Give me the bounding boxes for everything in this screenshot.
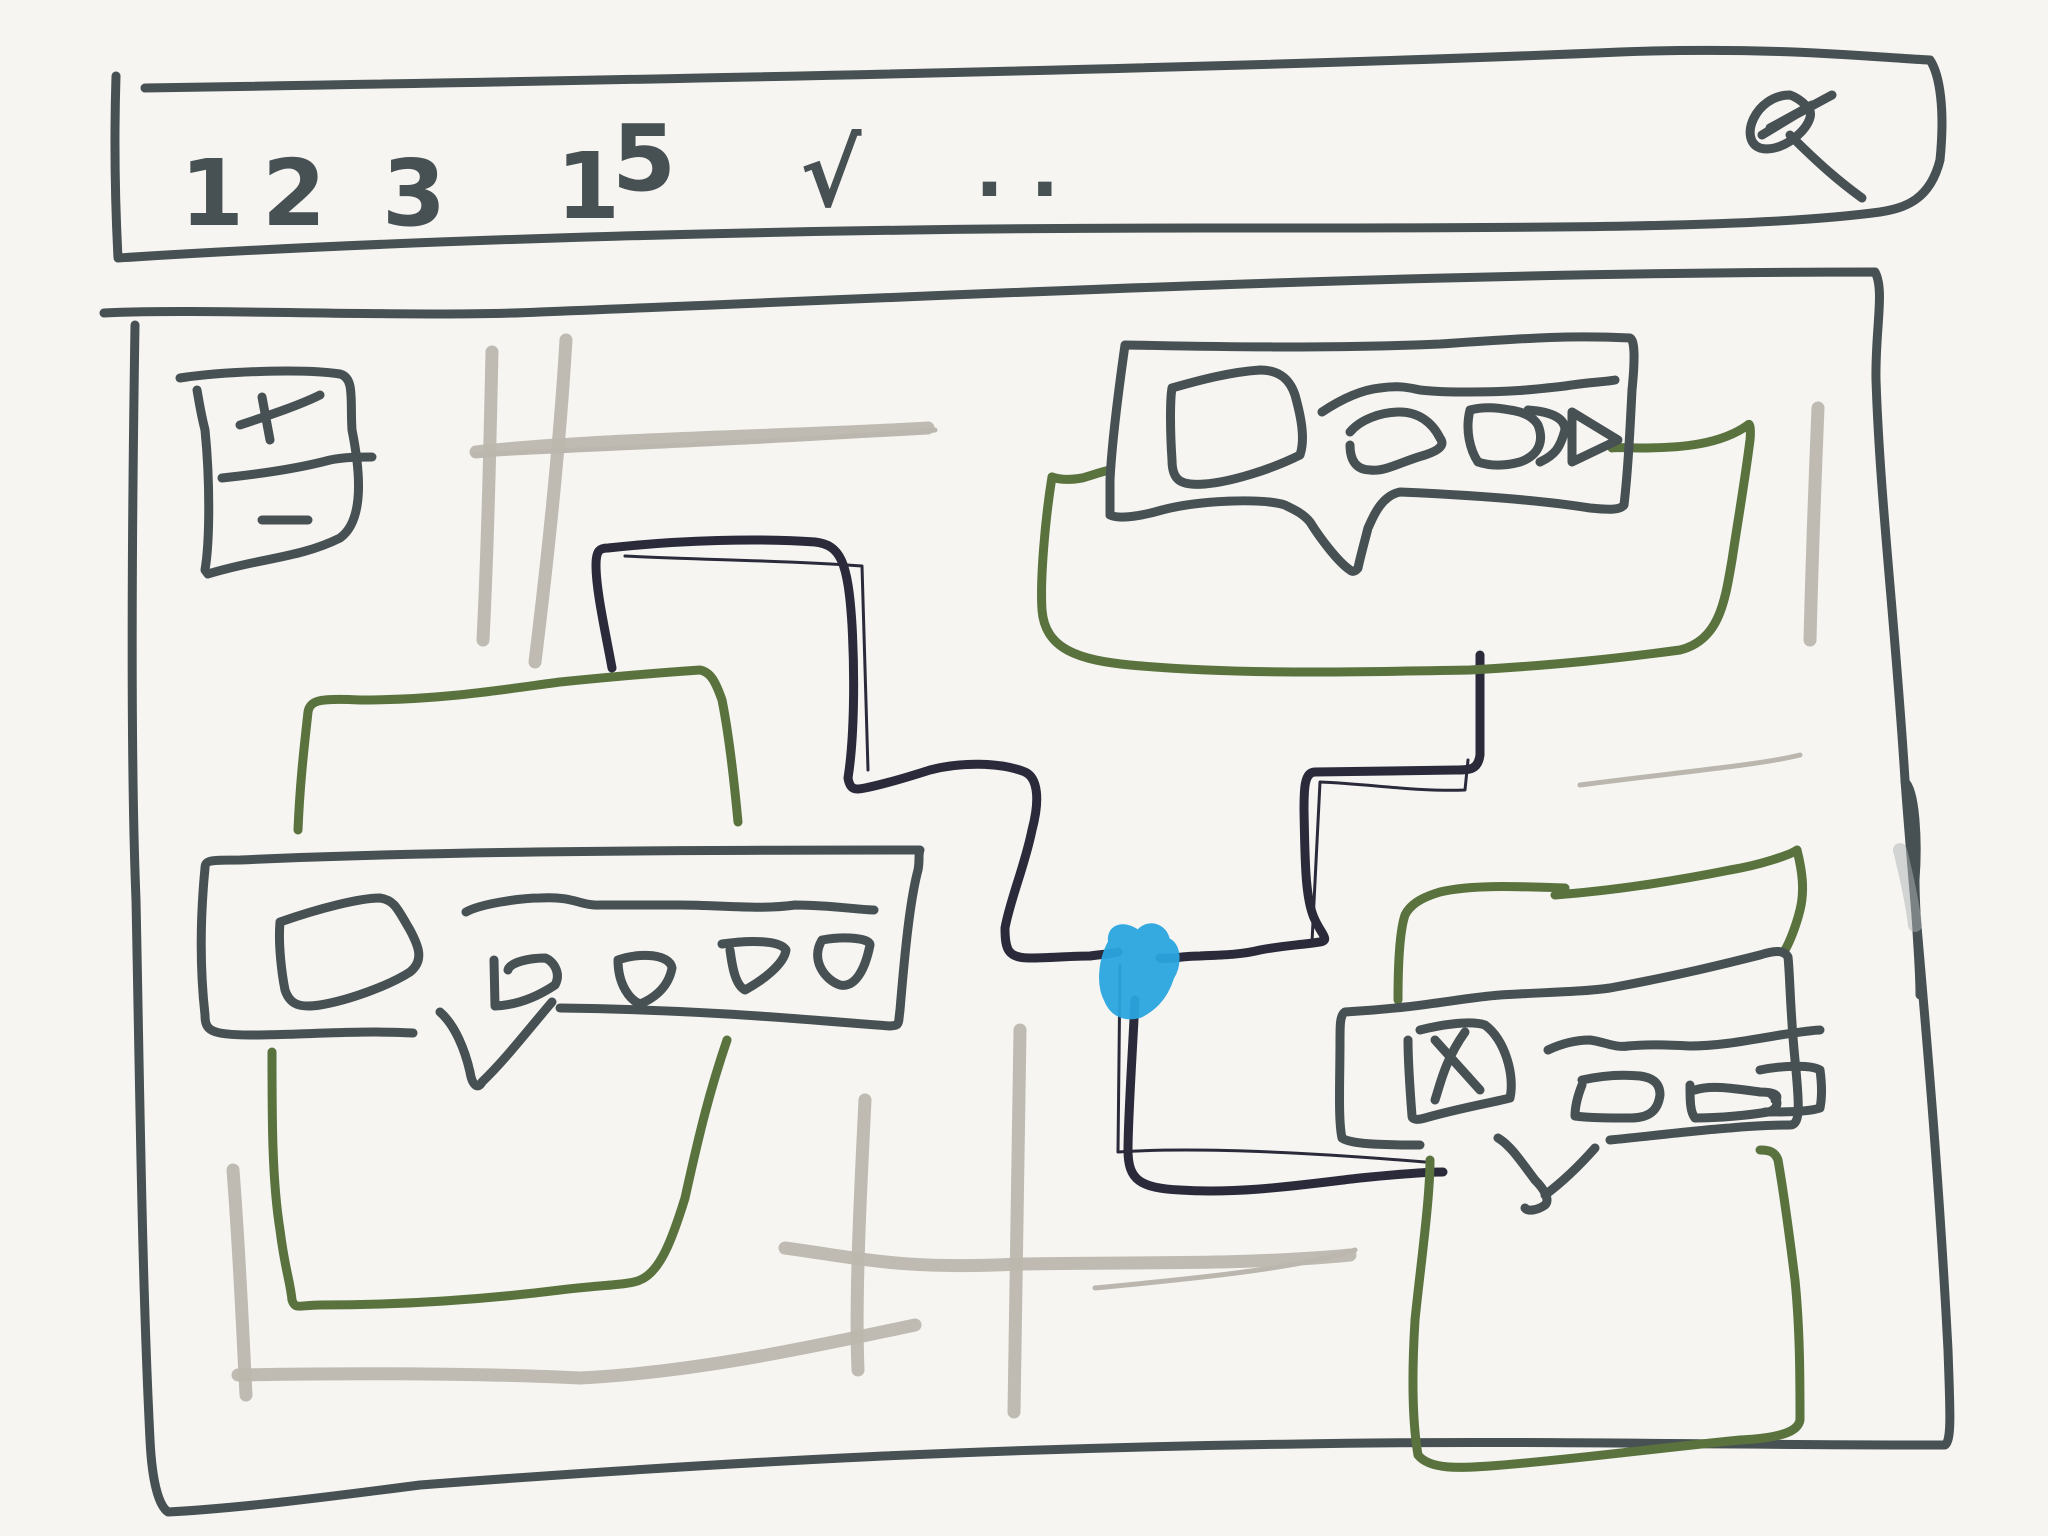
play-icon[interactable] [274,893,424,1011]
zoom-control [175,366,377,579]
node-bottom-group [1393,845,1808,1005]
zoom-plus-icon[interactable] [235,390,325,445]
node-left-field-3[interactable] [717,937,791,995]
node-left-bubble-tail [435,997,557,1091]
node-bottom-bubble-tail [1493,1133,1600,1215]
canvas-frame [99,267,1955,1517]
node-top-field-1[interactable] [1463,403,1546,470]
node-left-field-2[interactable] [613,950,677,1009]
node-bottom-group-lower [1408,1145,1805,1472]
node-left-group-lower [267,1035,732,1311]
node-left-title-underline [461,893,879,917]
breadcrumb-item-3[interactable]: 3 [382,140,446,247]
breadcrumb-item-2[interactable]: 2 [262,140,326,247]
breadcrumb-item-6[interactable]: √ [800,121,862,228]
connections [591,535,1485,1196]
node-top-play-icon[interactable] [1567,407,1623,467]
breadcrumb-item-1[interactable]: 1 [180,140,244,247]
node-left-field-1[interactable] [489,953,562,1011]
hub-node-selected[interactable] [1099,923,1180,1020]
node-top-icon[interactable] [1166,365,1307,489]
wire-bottom-to-hub [1123,995,1448,1196]
breadcrumb-ellipsis: . . [975,125,1059,214]
node-left-group [293,665,743,835]
zoom-control-divider [217,452,377,483]
node-top[interactable] [1037,332,1755,677]
node-bottom[interactable] [1335,845,1826,1472]
canvas-grid [226,333,1825,1419]
node-bottom-field-1[interactable] [1570,1070,1665,1123]
chat-bubble-icon[interactable] [1345,407,1447,475]
node-bottom-title-underline [1543,1025,1825,1055]
node-left-field-4[interactable] [813,933,875,990]
node-left[interactable] [196,665,925,1311]
close-icon[interactable] [1403,1018,1516,1124]
search-icon[interactable] [1745,90,1867,203]
breadcrumb-item-5[interactable]: 5 [612,105,676,212]
breadcrumb-item-4[interactable]: 1 [556,133,620,240]
